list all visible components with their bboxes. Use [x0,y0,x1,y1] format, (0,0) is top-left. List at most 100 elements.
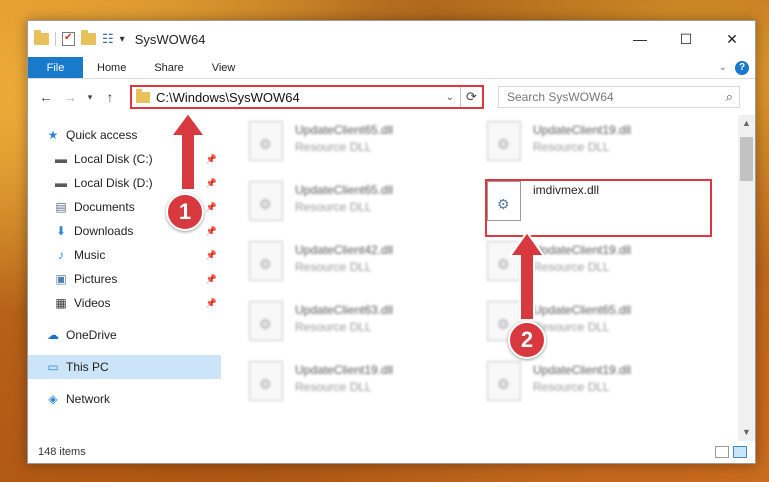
quick-access-toolbar: ☷ ▾ [34,30,125,47]
documents-icon: ▤ [55,200,67,214]
title-bar: ☷ ▾ SysWOW64 — ☐ ✕ [28,21,755,57]
network-icon: ◈ [48,392,58,406]
recent-locations-icon[interactable]: ▾ [84,92,96,103]
new-folder-icon[interactable] [81,30,96,45]
properties-icon[interactable] [62,32,75,46]
search-input[interactable]: Search SysWOW64 ⌕ [498,86,740,108]
pin-icon[interactable]: 📌 [206,178,217,189]
videos-icon: ▦ [55,296,67,310]
navigation-bar: ← → ▾ ↑ C:\Windows\SysWOW64 ⌄ ⟳ Search S… [28,79,755,115]
expand-ribbon-icon[interactable]: ⌄ [719,62,727,73]
list-item[interactable]: UpdateClient19.dllResource DLL [487,121,715,171]
details-view-icon[interactable] [715,446,729,458]
sidebar-item-label: Downloads [74,224,134,238]
window-title: SysWOW64 [134,31,206,47]
customize-icon[interactable]: ☷ [102,31,114,47]
chevron-down-icon[interactable]: ⌄ [446,92,460,103]
sidebar-item-videos[interactable]: ▦ Videos 📌 [28,291,221,315]
sidebar-item-label: Network [66,392,111,406]
pin-icon[interactable]: 📌 [206,298,217,309]
address-path[interactable]: C:\Windows\SysWOW64 [156,90,300,105]
disk-icon: ▬ [55,176,67,190]
list-item[interactable]: UpdateClient19.dllResource DLL [487,361,715,411]
pin-icon[interactable]: 📌 [206,202,217,213]
refresh-icon[interactable]: ⟳ [460,87,482,107]
list-item[interactable]: UpdateClient65.dllResource DLL [249,181,477,231]
dll-file-icon [249,181,283,221]
status-bar: 148 items [28,441,755,463]
large-icons-view-icon[interactable] [733,446,747,458]
sidebar-item-network[interactable]: ◈ Network [28,387,221,411]
step-marker-1: 1 [166,193,204,231]
forward-arrow-icon[interactable]: → [60,89,80,105]
downloads-icon: ⬇ [55,224,67,238]
explorer-window: ☷ ▾ SysWOW64 — ☐ ✕ File Home Share View … [27,20,756,464]
dll-file-icon [249,301,283,341]
dll-file-icon [249,241,283,281]
navigation-pane: ★ Quick access ▬ Local Disk (C:) 📌 ▬ Loc… [28,115,221,441]
ribbon-tabs: File Home Share View ⌄ ? [28,57,755,79]
back-arrow-icon[interactable]: ← [36,89,56,105]
computer-icon: ▭ [47,360,59,374]
scrollbar-thumb[interactable] [740,137,753,181]
sidebar-item-label: Quick access [66,128,138,142]
help-icon[interactable]: ? [735,60,749,75]
file-list: UpdateClient65.dllResource DLL UpdateCli… [221,115,755,441]
maximize-button[interactable]: ☐ [663,21,709,57]
tab-home[interactable]: Home [83,57,140,78]
sidebar-item-music[interactable]: ♪ Music 📌 [28,243,221,267]
sidebar-item-pictures[interactable]: ▣ Pictures 📌 [28,267,221,291]
up-arrow-icon[interactable]: ↑ [100,89,120,105]
dll-file-icon [249,121,283,161]
pictures-icon: ▣ [55,272,67,286]
star-icon: ★ [47,128,59,142]
scroll-up-icon[interactable]: ▲ [738,115,755,132]
sidebar-item-label: Music [74,248,106,262]
dll-file-icon [487,121,521,161]
sidebar-item-label: OneDrive [66,328,117,342]
dll-file-icon [487,241,521,281]
list-item[interactable]: UpdateClient19.dllResource DLL [487,241,715,291]
music-icon: ♪ [58,248,64,262]
sidebar-item-this-pc[interactable]: ▭ This PC [28,355,221,379]
pin-icon[interactable]: 📌 [206,154,217,165]
item-count: 148 items [38,446,86,458]
address-bar[interactable]: C:\Windows\SysWOW64 ⌄ ⟳ [130,85,484,109]
cloud-icon: ☁ [47,328,59,342]
minimize-button[interactable]: — [617,21,663,57]
sidebar-item-local-disk-c[interactable]: ▬ Local Disk (C:) 📌 [28,147,221,171]
file-highlight-box [485,179,712,237]
sidebar-item-label: Local Disk (C:) [74,152,153,166]
sidebar-item-quick-access[interactable]: ★ Quick access [28,123,221,147]
scroll-down-icon[interactable]: ▼ [738,424,755,441]
pin-icon[interactable]: 📌 [206,274,217,285]
sidebar-item-label: Pictures [74,272,118,286]
step-marker-2: 2 [508,321,546,359]
tab-share[interactable]: Share [140,57,197,78]
list-item[interactable]: UpdateClient19.dllResource DLL [249,361,477,411]
folder-icon [136,88,150,103]
sidebar-item-onedrive[interactable]: ☁ OneDrive [28,323,221,347]
sidebar-item-label: Videos [74,296,111,310]
chevron-down-icon[interactable]: ▾ [120,34,125,45]
list-item[interactable]: UpdateClient63.dllResource DLL [249,301,477,351]
list-item[interactable]: UpdateClient65.dllResource DLL [249,121,477,171]
sidebar-item-label: This PC [66,360,109,374]
tab-view[interactable]: View [198,57,250,78]
dll-file-icon [249,361,283,401]
search-placeholder: Search SysWOW64 [507,90,614,104]
vertical-scrollbar[interactable]: ▲ ▼ [738,115,755,441]
list-item[interactable]: UpdateClient42.dllResource DLL [249,241,477,291]
sidebar-item-label: Documents [74,200,135,214]
sidebar-item-local-disk-d[interactable]: ▬ Local Disk (D:) 📌 [28,171,221,195]
dll-file-icon [487,361,521,401]
folder-icon [34,30,49,45]
pin-icon[interactable]: 📌 [206,250,217,261]
pin-icon[interactable]: 📌 [206,226,217,237]
tab-file[interactable]: File [28,57,83,78]
close-button[interactable]: ✕ [709,21,755,57]
disk-icon: ▬ [55,152,67,166]
search-icon[interactable]: ⌕ [726,89,739,105]
toolbar-separator [55,32,56,46]
sidebar-item-label: Local Disk (D:) [74,176,153,190]
